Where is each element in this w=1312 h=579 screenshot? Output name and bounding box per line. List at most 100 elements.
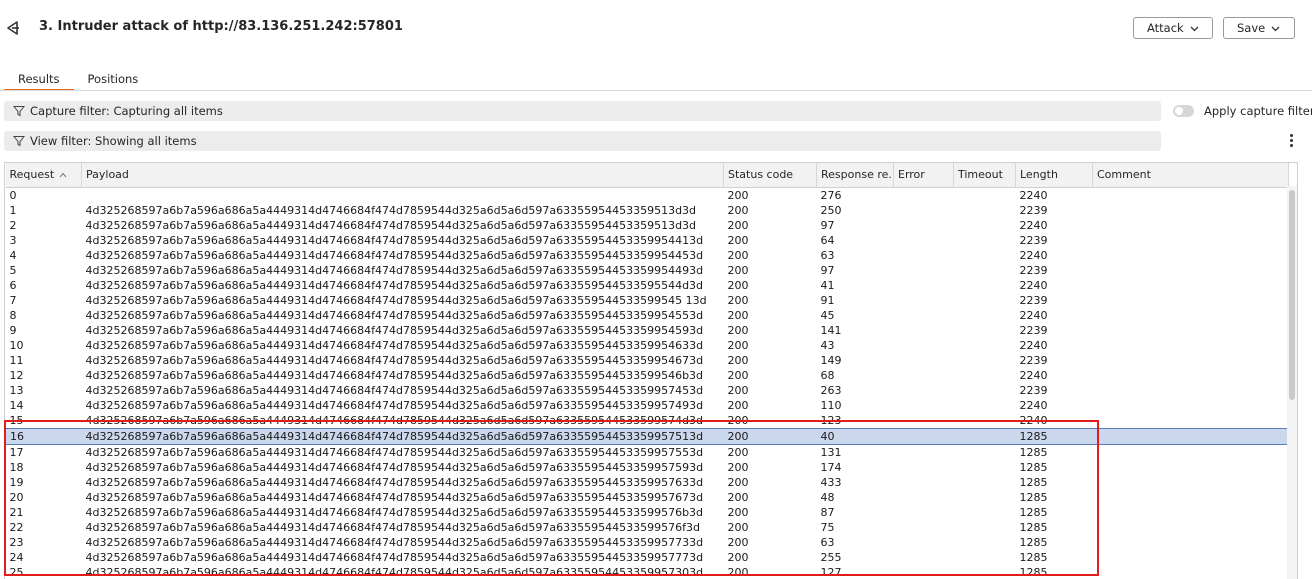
timeout-cell [954,263,1016,278]
table-row[interactable]: 22 4d325268597a6b7a596a686a5a4449314d4746… [6,520,1289,535]
capture-filter-bar[interactable]: Capture filter: Capturing all items [4,101,1161,121]
comment-cell [1093,278,1289,293]
column-header-comment[interactable]: Comment [1092,163,1289,188]
comment-cell [1093,383,1289,398]
payload-cell: 4d325268597a6b7a596a686a5a4449314d474668… [85,505,704,519]
response-received-cell: 68 [820,368,835,382]
error-cell [894,490,954,505]
response-received-cell: 263 [820,383,842,397]
tab-results[interactable]: Results [4,68,74,91]
comment-cell [1093,565,1289,579]
response-received-cell: 75 [820,520,835,534]
payload-cell: 4d325268597a6b7a596a686a5a4449314d474668… [85,445,704,459]
response-received-cell: 149 [820,353,842,367]
error-cell [894,444,954,460]
length-cell: 2239 [1019,323,1048,337]
length-cell: 2240 [1019,188,1048,202]
scrollbar-thumb[interactable] [1289,190,1295,400]
timeout-cell [954,383,1016,398]
length-cell: 2240 [1019,338,1048,352]
payload-cell: 4d325268597a6b7a596a686a5a4449314d474668… [85,475,704,489]
length-cell: 2240 [1019,368,1048,382]
request-cell: 5 [9,263,17,277]
comment-cell [1093,323,1289,338]
payload-cell: 4d325268597a6b7a596a686a5a4449314d474668… [85,413,704,427]
table-row[interactable]: 21 4d325268597a6b7a596a686a5a4449314d4746… [6,505,1289,520]
table-row[interactable]: 2 4d325268597a6b7a596a686a5a4449314d47466… [6,218,1289,233]
table-row[interactable]: 14 4d325268597a6b7a596a686a5a4449314d4746… [6,398,1289,413]
table-row[interactable]: 8 4d325268597a6b7a596a686a5a4449314d47466… [6,308,1289,323]
comment-cell [1093,535,1289,550]
length-cell: 1285 [1019,535,1048,549]
comment-cell [1093,398,1289,413]
timeout-cell [954,520,1016,535]
request-cell: 1 [9,203,17,217]
length-cell: 1285 [1019,475,1048,489]
response-received-cell: 43 [820,338,835,352]
payload-cell: 4d325268597a6b7a596a686a5a4449314d474668… [81,427,724,445]
column-header-error[interactable]: Error [893,163,954,188]
table-row[interactable]: 0 200 276 2240 [6,187,1289,203]
table-row[interactable]: 5 4d325268597a6b7a596a686a5a4449314d47466… [6,263,1289,278]
table-row[interactable]: 12 4d325268597a6b7a596a686a5a4449314d4746… [6,368,1289,383]
save-button[interactable]: Save [1223,17,1295,39]
status-code-cell: 200 [727,368,749,382]
table-row[interactable]: 17 4d325268597a6b7a596a686a5a4449314d4746… [6,444,1289,460]
length-cell: 1285 [1019,445,1048,459]
response-received-cell: 131 [820,445,842,459]
table-row[interactable]: 25 4d325268597a6b7a596a686a5a4449314d4746… [6,565,1289,579]
table-row[interactable]: 19 4d325268597a6b7a596a686a5a4449314d4746… [6,475,1289,490]
request-cell: 20 [9,490,24,504]
table-row[interactable]: 11 4d325268597a6b7a596a686a5a4449314d4746… [6,353,1289,368]
payload-cell: 4d325268597a6b7a596a686a5a4449314d474668… [85,248,704,262]
length-cell: 2239 [1019,293,1048,307]
table-row[interactable]: 9 4d325268597a6b7a596a686a5a4449314d47466… [6,323,1289,338]
response-received-cell: 64 [820,233,835,247]
timeout-cell [954,368,1016,383]
table-row[interactable]: 18 4d325268597a6b7a596a686a5a4449314d4746… [6,460,1289,475]
column-header-payload[interactable]: Payload [81,163,724,188]
payload-cell: 4d325268597a6b7a596a686a5a4449314d474668… [85,203,697,217]
column-header-response-received[interactable]: Response re... [816,163,894,188]
table-row[interactable]: 1 4d325268597a6b7a596a686a5a4449314d47466… [6,203,1289,218]
length-cell: 1285 [1019,550,1048,564]
column-header-length[interactable]: Length [1015,163,1093,188]
table-row[interactable]: 13 4d325268597a6b7a596a686a5a4449314d4746… [6,383,1289,398]
table-row[interactable]: 6 4d325268597a6b7a596a686a5a4449314d47466… [6,278,1289,293]
table-row[interactable]: 7 4d325268597a6b7a596a686a5a4449314d47466… [6,293,1289,308]
request-cell: 4 [9,248,17,262]
table-row[interactable]: 3 4d325268597a6b7a596a686a5a4449314d47466… [6,233,1289,248]
table-row[interactable]: 24 4d325268597a6b7a596a686a5a4449314d4746… [6,550,1289,565]
payload-cell: 4d325268597a6b7a596a686a5a4449314d474668… [85,293,707,307]
table-row[interactable]: 10 4d325268597a6b7a596a686a5a4449314d4746… [6,338,1289,353]
column-header-timeout[interactable]: Timeout [953,163,1016,188]
error-cell [894,565,954,579]
table-row[interactable]: 16 4d325268597a6b7a596a686a5a4449314d4746… [5,427,1289,445]
apply-capture-filter-toggle[interactable] [1173,105,1194,117]
length-cell: 2240 [1019,308,1048,322]
status-code-cell: 200 [727,383,749,397]
view-filter-bar[interactable]: View filter: Showing all items [4,131,1161,151]
column-header-status-code[interactable]: Status code [723,163,817,188]
error-cell [894,278,954,293]
table-row[interactable]: 4 4d325268597a6b7a596a686a5a4449314d47466… [6,248,1289,263]
attack-button[interactable]: Attack [1133,17,1213,39]
response-received-cell: 91 [820,293,835,307]
column-header-request[interactable]: Request [5,163,82,188]
request-cell: 8 [9,308,17,322]
status-code-cell: 200 [727,203,749,217]
table-row[interactable]: 15 4d325268597a6b7a596a686a5a4449314d4746… [6,413,1289,429]
length-cell: 2239 [1019,383,1048,397]
timeout-cell [954,535,1016,550]
response-received-cell: 41 [820,278,835,292]
table-row[interactable]: 23 4d325268597a6b7a596a686a5a4449314d4746… [6,535,1289,550]
tab-positions[interactable]: Positions [74,68,153,90]
table-row[interactable]: 20 4d325268597a6b7a596a686a5a4449314d4746… [6,490,1289,505]
results-table: Request Payload Status code Response re.… [4,162,1298,579]
request-cell: 6 [9,278,17,292]
status-code-cell: 200 [727,460,749,474]
status-code-cell: 200 [727,188,749,202]
back-arrow-icon[interactable] [4,19,22,37]
response-received-cell: 110 [820,398,842,412]
more-options-icon[interactable] [1286,132,1296,148]
